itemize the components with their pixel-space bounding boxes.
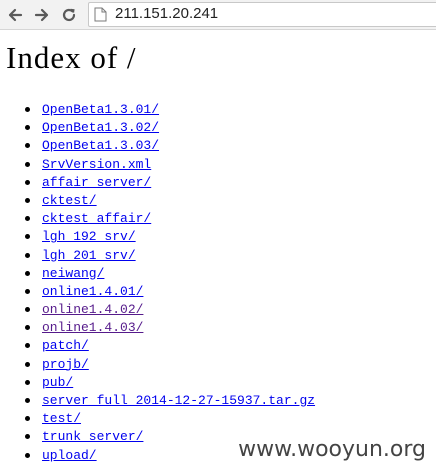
page-icon — [94, 7, 107, 27]
page-title: Index of / — [6, 40, 137, 75]
list-item: lgh_201_srv/ — [0, 246, 315, 264]
bullet-icon — [25, 307, 30, 313]
list-item: neiwang/ — [0, 264, 315, 282]
list-item: online1.4.02/ — [0, 300, 315, 318]
back-arrow-icon[interactable] — [4, 4, 26, 26]
directory-link[interactable]: cktest_affair/ — [42, 211, 151, 226]
directory-link[interactable]: affair_server/ — [42, 175, 151, 190]
browser-toolbar: 211.151.20.241 — [0, 0, 436, 30]
directory-link[interactable]: OpenBeta1.3.03/ — [42, 138, 159, 153]
bullet-icon — [25, 107, 30, 112]
bullet-icon — [25, 452, 30, 458]
address-url: 211.151.20.241 — [115, 5, 219, 22]
list-item: cktest_affair/ — [0, 209, 315, 227]
directory-link[interactable]: lgh_201_srv/ — [42, 248, 136, 263]
directory-link[interactable]: online1.4.02/ — [42, 302, 143, 317]
bullet-icon — [25, 179, 30, 185]
bullet-icon — [25, 197, 30, 203]
directory-link[interactable]: upload/ — [42, 448, 97, 463]
bullet-icon — [25, 325, 30, 331]
bullet-icon — [25, 270, 30, 276]
directory-link[interactable]: online1.4.03/ — [42, 320, 143, 335]
list-item: patch/ — [0, 336, 315, 354]
list-item: server_full_2014-12-27-15937.tar.gz — [0, 391, 315, 409]
reload-icon[interactable] — [58, 4, 80, 26]
directory-listing: OpenBeta1.3.01/OpenBeta1.3.02/OpenBeta1.… — [0, 100, 315, 464]
list-item: OpenBeta1.3.03/ — [0, 136, 315, 154]
list-item: online1.4.03/ — [0, 318, 315, 336]
directory-link[interactable]: cktest/ — [42, 193, 97, 208]
bullet-icon — [25, 161, 30, 167]
bullet-icon — [25, 288, 30, 294]
bullet-icon — [25, 398, 30, 403]
bullet-icon — [25, 434, 30, 440]
directory-link[interactable]: server_full_2014-12-27-15937.tar.gz — [42, 393, 315, 408]
bullet-icon — [25, 125, 30, 131]
directory-link[interactable]: pub/ — [42, 375, 73, 390]
watermark: www.wooyun.org — [238, 437, 426, 462]
bullet-icon — [25, 143, 30, 149]
forward-arrow-icon[interactable] — [31, 4, 53, 26]
list-item: OpenBeta1.3.02/ — [0, 118, 315, 136]
list-item: projb/ — [0, 355, 315, 373]
directory-link[interactable]: OpenBeta1.3.01/ — [42, 102, 159, 117]
directory-link[interactable]: patch/ — [42, 338, 89, 353]
bullet-icon — [25, 234, 30, 240]
directory-link[interactable]: neiwang/ — [42, 266, 104, 281]
directory-link[interactable]: OpenBeta1.3.02/ — [42, 120, 159, 135]
directory-link[interactable]: projb/ — [42, 357, 89, 372]
bullet-icon — [25, 252, 30, 258]
list-item: OpenBeta1.3.01/ — [0, 100, 315, 118]
list-item: pub/ — [0, 373, 315, 391]
bullet-icon — [25, 379, 30, 385]
bullet-icon — [25, 216, 30, 222]
directory-link[interactable]: trunk_server/ — [42, 429, 143, 444]
list-item: test/ — [0, 409, 315, 427]
list-item: SrvVersion.xml — [0, 155, 315, 173]
bullet-icon — [25, 343, 30, 349]
directory-link[interactable]: online1.4.01/ — [42, 284, 143, 299]
address-bar[interactable]: 211.151.20.241 — [88, 2, 436, 27]
list-item: cktest/ — [0, 191, 315, 209]
directory-link[interactable]: test/ — [42, 411, 81, 426]
list-item: affair_server/ — [0, 173, 315, 191]
directory-link[interactable]: lgh_192_srv/ — [42, 229, 136, 244]
list-item: online1.4.01/ — [0, 282, 315, 300]
bullet-icon — [25, 361, 30, 367]
directory-link[interactable]: SrvVersion.xml — [42, 157, 151, 172]
bullet-icon — [25, 416, 30, 422]
list-item: lgh_192_srv/ — [0, 227, 315, 245]
